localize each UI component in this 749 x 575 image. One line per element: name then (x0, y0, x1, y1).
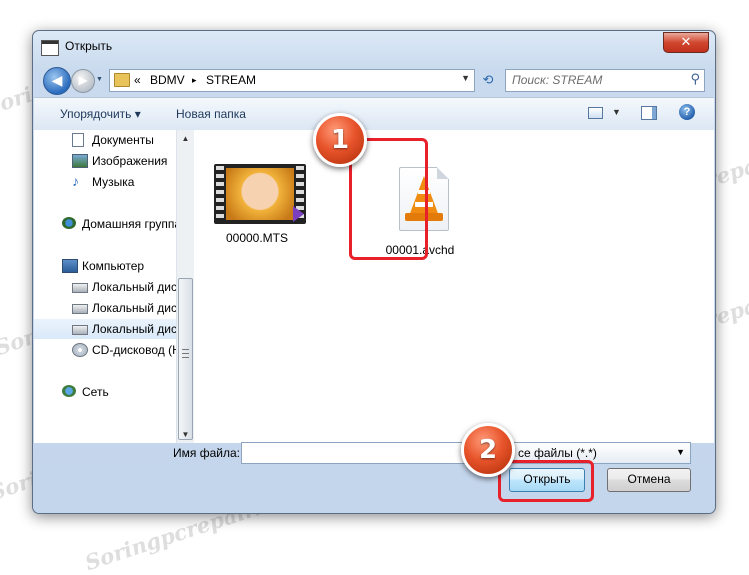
step-badge-1: 1 (313, 113, 367, 167)
sidebar-item-label: Музыка (92, 175, 135, 189)
window-title: Открыть (65, 39, 113, 53)
cd-drive-icon (72, 343, 88, 357)
chevron-down-icon: ▼ (676, 447, 685, 457)
breadcrumb-overflow[interactable]: « (134, 73, 141, 87)
child-photo-icon (226, 168, 294, 220)
video-thumbnail-icon (214, 164, 306, 224)
navigation-pane: Документы Изображения ♪ Музыка Домашняя … (34, 130, 179, 443)
back-button[interactable]: ◀ (43, 67, 71, 95)
sidebar-item-pictures[interactable]: Изображения (34, 151, 176, 171)
disk-icon (72, 325, 88, 335)
address-dropdown-icon[interactable]: ▼ (461, 73, 470, 83)
app-icon (41, 40, 59, 56)
file-list: 00000.MTS 00001.avchd (194, 130, 714, 443)
sidebar-item-label: Компьютер (82, 259, 145, 273)
search-input[interactable]: Поиск: STREAM ⚲ (505, 69, 705, 92)
refresh-icon[interactable]: ⟲ (477, 69, 499, 90)
filename-label: Имя файла: (173, 446, 240, 460)
documents-icon (72, 133, 84, 147)
history-dropdown-icon[interactable]: ▼ (96, 76, 103, 83)
play-icon (293, 206, 304, 222)
sidebar-item-local-disk[interactable]: Локальный диск (34, 277, 176, 297)
sidebar-item-documents[interactable]: Документы (34, 130, 176, 150)
forward-button[interactable]: ▶ (71, 69, 95, 93)
disk-icon (72, 283, 88, 293)
sidebar-item-computer[interactable]: Компьютер (34, 256, 176, 276)
file-name: 00000.MTS (225, 231, 289, 245)
change-view-icon[interactable] (588, 107, 603, 119)
music-icon: ♪ (72, 173, 79, 189)
new-folder-button[interactable]: Новая папка (176, 107, 246, 121)
sidebar-item-label: Локальный диск (92, 280, 176, 294)
highlight-open-button-box (498, 460, 594, 502)
sidebar-item-network[interactable]: Сеть (34, 382, 176, 402)
folder-icon (114, 73, 130, 87)
sidebar-item-local-disk[interactable]: Локальный диск (34, 298, 176, 318)
close-button[interactable]: ✕ (663, 32, 709, 53)
grip-icon (182, 349, 189, 358)
sidebar-item-label: Локальный диск (92, 301, 176, 315)
sidebar-item-cd-drive[interactable]: CD-дисковод (H (34, 340, 176, 360)
sidebar-item-label: Изображения (92, 154, 168, 168)
help-icon[interactable]: ? (679, 104, 695, 120)
film-strip-icon (216, 166, 224, 222)
breadcrumb-bdmv[interactable]: BDMV (150, 73, 185, 87)
sidebar-item-label: Сеть (82, 385, 109, 399)
preview-pane-icon[interactable] (641, 106, 657, 120)
address-bar[interactable]: « BDMV ▸ STREAM ▼ (109, 69, 475, 92)
cancel-button[interactable]: Отмена (607, 468, 691, 492)
scrollbar-thumb[interactable] (178, 278, 193, 440)
search-icon: ⚲ (690, 71, 700, 86)
nav-pane-scrollbar[interactable]: ▲ ▼ (176, 130, 194, 443)
pictures-icon (72, 154, 88, 168)
sidebar-item-music[interactable]: ♪ Музыка (34, 172, 176, 192)
file-type-value: се файлы (*.*) (518, 446, 597, 460)
title-bar: Открыть ✕ (33, 31, 715, 61)
sidebar-item-label: Локальный диск (92, 322, 176, 336)
network-icon (62, 385, 76, 397)
sidebar-item-local-disk-selected[interactable]: Локальный диск (34, 319, 176, 339)
sidebar-item-label: CD-дисковод (H (92, 343, 176, 357)
view-dropdown-icon[interactable]: ▼ (612, 107, 621, 117)
disk-icon (72, 304, 88, 314)
sidebar-item-label: Документы (92, 133, 154, 147)
scroll-down-icon[interactable]: ▼ (177, 426, 194, 443)
step-badge-2: 2 (461, 423, 515, 477)
breadcrumb-stream[interactable]: STREAM (206, 73, 256, 87)
breadcrumb-arrow-icon[interactable]: ▸ (192, 75, 197, 86)
organize-button[interactable]: Упорядочить ▾ (60, 107, 141, 121)
homegroup-icon (62, 217, 76, 229)
search-placeholder: Поиск: STREAM (512, 73, 603, 87)
open-file-dialog: Открыть ✕ ◀ ▶ ▼ « BDMV ▸ STREAM ▼ ⟲ Поис… (32, 30, 716, 514)
computer-icon (62, 259, 78, 273)
sidebar-item-label: Домашняя группа (82, 217, 176, 231)
command-toolbar: Упорядочить ▾ Новая папка ▼ ? (34, 97, 714, 131)
sidebar-item-homegroup[interactable]: Домашняя группа (34, 214, 176, 234)
file-item-mts[interactable]: 00000.MTS (204, 130, 306, 260)
scroll-up-icon[interactable]: ▲ (177, 130, 194, 147)
